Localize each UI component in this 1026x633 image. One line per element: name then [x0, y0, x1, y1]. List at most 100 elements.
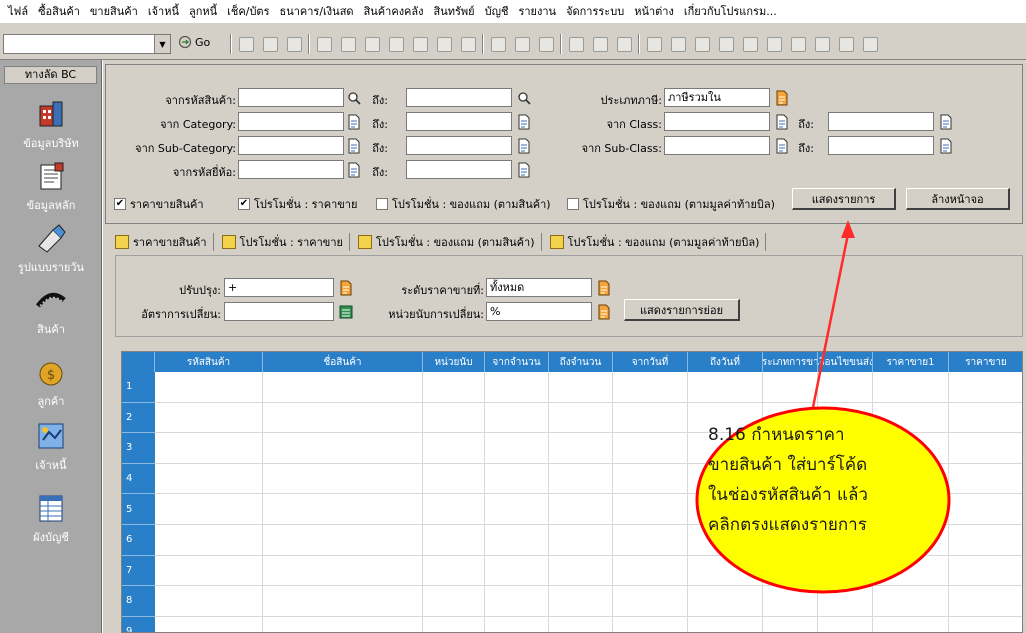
calculator-icon[interactable]: [566, 34, 586, 54]
grid-header-cell[interactable]: ประเภทการขาย: [763, 352, 818, 372]
clear-screen-button[interactable]: ล้างหน้าจอ: [906, 188, 1010, 210]
new-icon[interactable]: [236, 34, 256, 54]
table-cell[interactable]: [155, 402, 263, 434]
table-cell[interactable]: [949, 617, 1022, 632]
table-cell[interactable]: [613, 494, 688, 525]
table-row[interactable]: 1: [122, 372, 1022, 403]
table-cell[interactable]: [423, 463, 485, 495]
tools-icon[interactable]: [836, 34, 856, 54]
show-list-button[interactable]: แสดงรายการ: [792, 188, 896, 210]
checkbox-box[interactable]: [567, 198, 579, 210]
table-cell[interactable]: [263, 555, 423, 587]
table-cell[interactable]: [263, 525, 423, 556]
table-cell[interactable]: [613, 586, 688, 617]
price-level-input[interactable]: ทั้งหมด: [486, 278, 592, 297]
lookup-icon[interactable]: [516, 113, 532, 131]
shortcut-daily-format[interactable]: รูปแบบรายวัน: [4, 222, 98, 276]
menu-file[interactable]: ไฟล์: [8, 2, 28, 20]
save-icon[interactable]: [260, 34, 280, 54]
unit-change-input[interactable]: %: [486, 302, 592, 321]
lookup-icon[interactable]: [774, 113, 790, 131]
grid-header-cell[interactable]: รหัสสินค้า: [155, 352, 263, 372]
grid-header-cell[interactable]: หน่วยนับ: [423, 352, 485, 372]
shortcut-chart-of-accounts[interactable]: ผังบัญชี: [4, 492, 98, 546]
table-cell[interactable]: [263, 372, 423, 403]
table-cell[interactable]: [688, 372, 763, 403]
menu-accounting[interactable]: บัญชี: [485, 2, 509, 20]
menu-window[interactable]: หน้าต่าง: [634, 2, 674, 20]
menu-inventory[interactable]: สินค้าคงคลัง: [364, 2, 424, 20]
grid-header-cell[interactable]: เงื่อนไขขนส่ง: [818, 352, 873, 372]
grid-header-cell[interactable]: ราคาขาย: [949, 352, 1022, 372]
table-cell[interactable]: [949, 403, 1022, 434]
table-cell[interactable]: [485, 616, 549, 632]
last-icon[interactable]: [386, 34, 406, 54]
lookup-icon[interactable]: [596, 303, 612, 321]
table-row[interactable]: 9: [122, 616, 1022, 632]
print-icon[interactable]: [410, 34, 430, 54]
table-cell[interactable]: [155, 463, 263, 495]
table-cell[interactable]: [485, 433, 549, 464]
table-cell[interactable]: [155, 586, 263, 617]
table-cell[interactable]: [613, 616, 688, 632]
table-cell[interactable]: [549, 402, 613, 434]
shortcut-creditor[interactable]: เจ้าหนี้: [4, 420, 98, 474]
adjust-input[interactable]: +: [224, 278, 334, 297]
lookup-icon[interactable]: [938, 113, 954, 131]
from-brand-input[interactable]: [238, 160, 344, 179]
checkbox-promo-price[interactable]: ✔ โปรโมชั่น : ราคาขาย: [238, 195, 357, 213]
table-cell[interactable]: [423, 494, 485, 525]
lookup-icon[interactable]: [774, 137, 790, 155]
table-cell[interactable]: [613, 463, 688, 495]
table-cell[interactable]: [949, 464, 1022, 495]
table-cell[interactable]: [263, 586, 423, 617]
table-cell[interactable]: [423, 555, 485, 587]
calculator-icon[interactable]: [338, 303, 354, 321]
table-cell[interactable]: [873, 372, 949, 403]
go-button[interactable]: Go: [178, 35, 210, 49]
table-cell[interactable]: [423, 616, 485, 632]
refresh-icon[interactable]: [458, 34, 478, 54]
to-category-input[interactable]: [406, 112, 512, 131]
table-icon[interactable]: [788, 34, 808, 54]
tab-promo-price[interactable]: โปรโมชั่น : ราคาขาย: [221, 233, 350, 251]
table-cell[interactable]: [549, 586, 613, 617]
from-category-input[interactable]: [238, 112, 344, 131]
table-cell[interactable]: [155, 433, 263, 464]
calendar-icon[interactable]: [590, 34, 610, 54]
grid-header-cell[interactable]: ชื่อสินค้า: [263, 352, 423, 372]
lookup-icon[interactable]: [938, 137, 954, 155]
mail-icon[interactable]: [668, 34, 688, 54]
table-cell[interactable]: [155, 372, 263, 403]
table-cell[interactable]: [949, 586, 1022, 617]
table-cell[interactable]: [549, 616, 613, 632]
table-cell[interactable]: [763, 616, 818, 632]
globe-icon[interactable]: [644, 34, 664, 54]
table-cell[interactable]: [949, 433, 1022, 464]
lookup-icon[interactable]: [774, 89, 790, 107]
checkbox-box[interactable]: ✔: [114, 198, 126, 210]
phone-icon[interactable]: [812, 34, 832, 54]
checkbox-box[interactable]: ✔: [238, 198, 250, 210]
preview-icon[interactable]: [434, 34, 454, 54]
chevron-down-icon[interactable]: ▼: [154, 35, 170, 53]
lookup-icon[interactable]: [346, 113, 362, 131]
to-sub-category-input[interactable]: [406, 136, 512, 155]
table-cell[interactable]: [549, 433, 613, 464]
tab-promo-gift-bill[interactable]: โปรโมชั่น : ของแถม (ตามมูลค่าท้ายบิล): [549, 233, 767, 251]
to-product-code-input[interactable]: [406, 88, 512, 107]
table-cell[interactable]: [818, 616, 873, 632]
table-cell[interactable]: [818, 372, 873, 403]
rate-input[interactable]: [224, 302, 334, 321]
grid-header-cell[interactable]: ถึงวันที่: [688, 352, 763, 372]
table-cell[interactable]: [763, 372, 818, 403]
from-product-code-input[interactable]: [238, 88, 344, 107]
table-cell[interactable]: [263, 402, 423, 434]
table-cell[interactable]: [949, 525, 1022, 556]
table-cell[interactable]: [613, 402, 688, 434]
table-cell[interactable]: [485, 494, 549, 525]
lookup-icon[interactable]: [516, 137, 532, 155]
checkbox-promo-gift-product[interactable]: โปรโมชั่น : ของแถม (ตามสินค้า): [376, 195, 551, 213]
search-icon[interactable]: [314, 34, 334, 54]
table-cell[interactable]: [155, 525, 263, 556]
